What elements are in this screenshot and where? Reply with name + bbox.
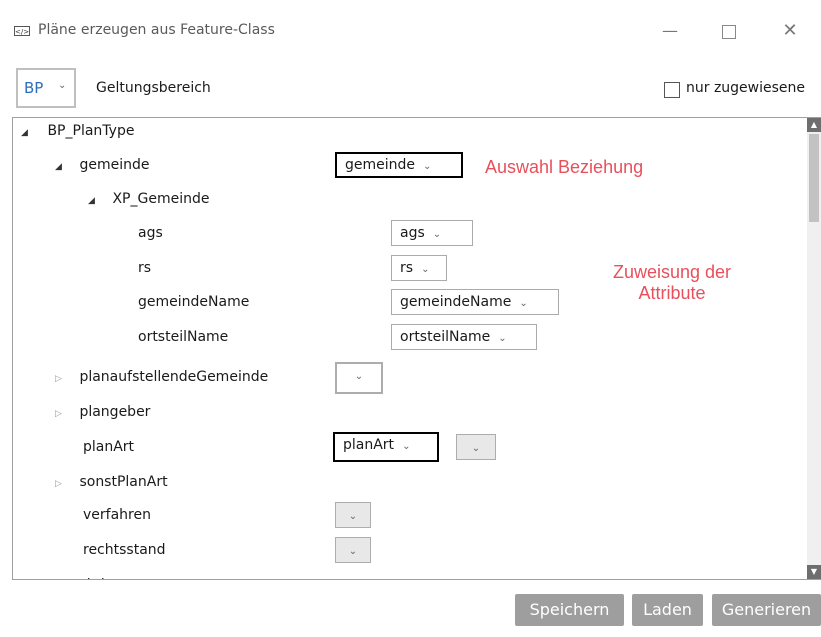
- tree-node-xp-gemeinde[interactable]: ◢ XP_Gemeinde: [88, 189, 209, 209]
- tree-node-gemeindename: gemeindeName: [138, 292, 249, 312]
- ags-attribute-combo[interactable]: ags ⌄: [391, 220, 473, 246]
- scroll-up-icon[interactable]: ▲: [807, 118, 821, 132]
- expand-toggle-icon[interactable]: ◢: [55, 157, 67, 177]
- scroll-down-icon[interactable]: ▼: [807, 565, 821, 579]
- chevron-down-icon: ⌄: [354, 371, 364, 382]
- tree-node-rechtsstand: rechtsstand: [83, 540, 166, 560]
- chevron-down-icon: ⌄: [432, 229, 442, 240]
- chevron-down-icon: ⌄: [348, 511, 358, 522]
- tree-node-sonstplanart[interactable]: ▷ sonstPlanArt: [55, 472, 168, 492]
- tree-node-label: XP_Gemeinde: [112, 191, 210, 207]
- toolbar: BP ⌄ Geltungsbereich nur zugewiesene: [0, 68, 821, 110]
- window-title: Pläne erzeugen aus Feature-Class: [38, 22, 275, 38]
- tree-node-label: rs: [138, 260, 152, 276]
- chevron-down-icon: ⌄: [58, 80, 67, 91]
- annotation-attributes-line1: Zuweisung der: [612, 262, 732, 282]
- tree-node-label: plangeber: [79, 404, 151, 420]
- scope-dropdown[interactable]: BP ⌄: [16, 68, 76, 108]
- gemeindename-attribute-combo[interactable]: gemeindeName ⌄: [391, 289, 559, 315]
- tree-node-label: planArt: [83, 439, 135, 455]
- tree-node-ags: ags: [138, 223, 163, 243]
- tree-node-planaufstellendegemeinde[interactable]: ▷ planaufstellendeGemeinde: [55, 367, 268, 387]
- combo-value: ags: [400, 225, 425, 241]
- maximize-icon: [722, 24, 736, 39]
- maximize-button[interactable]: [706, 16, 752, 46]
- mapping-tree: ◢ BP_PlanType ◢ gemeinde gemeinde ⌄ ◢ XP_…: [12, 117, 821, 580]
- tree-node-status[interactable]: ▷ status: [55, 574, 122, 579]
- title-bar: </> Pläne erzeugen aus Feature-Class — ✕: [0, 0, 821, 60]
- chevron-down-icon: ⌄: [423, 161, 432, 172]
- annotation-attributes-line2: Attribute: [638, 283, 706, 303]
- tree-node-label: gemeinde: [79, 157, 150, 173]
- tree-node-label: BP_PlanType: [47, 123, 135, 139]
- chevron-down-icon: ⌄: [498, 333, 507, 344]
- expand-toggle-icon[interactable]: ▷: [55, 576, 67, 579]
- load-button[interactable]: Laden: [632, 594, 703, 626]
- annotation-relation: Auswahl Beziehung: [485, 157, 644, 177]
- tree-node-label: status: [79, 576, 122, 579]
- combo-value: planArt: [343, 437, 395, 453]
- generate-button[interactable]: Generieren: [712, 594, 821, 626]
- expand-toggle-icon[interactable]: ▷: [55, 474, 67, 494]
- rechtsstand-combo[interactable]: ⌄: [335, 537, 371, 563]
- tree-node-gemeinde[interactable]: ◢ gemeinde: [55, 155, 149, 175]
- planaufstellendegemeinde-relation-combo[interactable]: ⌄: [335, 362, 383, 394]
- close-icon: ✕: [782, 20, 798, 41]
- verfahren-combo[interactable]: ⌄: [335, 502, 371, 528]
- gemeinde-relation-combo[interactable]: gemeinde ⌄: [335, 152, 463, 178]
- tree-node-verfahren: verfahren: [83, 505, 151, 525]
- tree-node-label: ags: [138, 225, 163, 241]
- tree-node-label: sonstPlanArt: [79, 474, 168, 490]
- tree-node-planart: planArt: [83, 437, 134, 457]
- chevron-down-icon: ⌄: [519, 298, 528, 309]
- tree-node-label: planaufstellendeGemeinde: [79, 369, 269, 385]
- minimize-button[interactable]: —: [647, 16, 693, 46]
- expand-toggle-icon[interactable]: ◢: [21, 123, 33, 143]
- tree-node-label: rechtsstand: [83, 542, 166, 558]
- save-button[interactable]: Speichern: [515, 594, 624, 626]
- tree-scrollbar[interactable]: ▲ ▼: [807, 118, 821, 579]
- tree-node-plangeber[interactable]: ▷ plangeber: [55, 402, 150, 422]
- scope-label: Geltungsbereich: [96, 80, 211, 96]
- close-button[interactable]: ✕: [767, 16, 813, 46]
- chevron-down-icon: ⌄: [402, 441, 411, 452]
- minimize-icon: —: [662, 21, 678, 40]
- combo-value: rs: [400, 260, 414, 276]
- scope-value: BP: [24, 79, 44, 97]
- rs-attribute-combo[interactable]: rs ⌄: [391, 255, 447, 281]
- tree-node-label: ortsteilName: [138, 329, 229, 345]
- assigned-only-label[interactable]: nur zugewiesene: [686, 80, 805, 96]
- assigned-only-checkbox[interactable]: [664, 82, 680, 98]
- chevron-down-icon: ⌄: [348, 546, 358, 557]
- tree-node-label: verfahren: [83, 507, 151, 523]
- planart-attribute-combo[interactable]: planArt ⌄: [333, 432, 439, 462]
- combo-value: gemeindeName: [400, 294, 512, 310]
- chevron-down-icon: ⌄: [421, 264, 430, 275]
- expand-toggle-icon[interactable]: ▷: [55, 369, 67, 389]
- tree-node-root[interactable]: ◢ BP_PlanType: [21, 121, 134, 141]
- combo-value: gemeinde: [345, 157, 416, 173]
- chevron-down-icon: ⌄: [471, 443, 481, 454]
- ortsteilname-attribute-combo[interactable]: ortsteilName ⌄: [391, 324, 537, 350]
- tree-node-rs: rs: [138, 258, 151, 278]
- tree-node-label: gemeindeName: [138, 294, 250, 310]
- annotation-attributes: Zuweisung der Attribute: [582, 262, 762, 304]
- expand-toggle-icon[interactable]: ◢: [88, 191, 100, 211]
- xml-icon: </>: [14, 26, 30, 36]
- combo-value: ortsteilName: [400, 329, 491, 345]
- tree-node-ortsteilname: ortsteilName: [138, 327, 228, 347]
- expand-toggle-icon[interactable]: ▷: [55, 404, 67, 424]
- scrollbar-thumb[interactable]: [809, 134, 819, 222]
- planart-secondary-combo[interactable]: ⌄: [456, 434, 496, 460]
